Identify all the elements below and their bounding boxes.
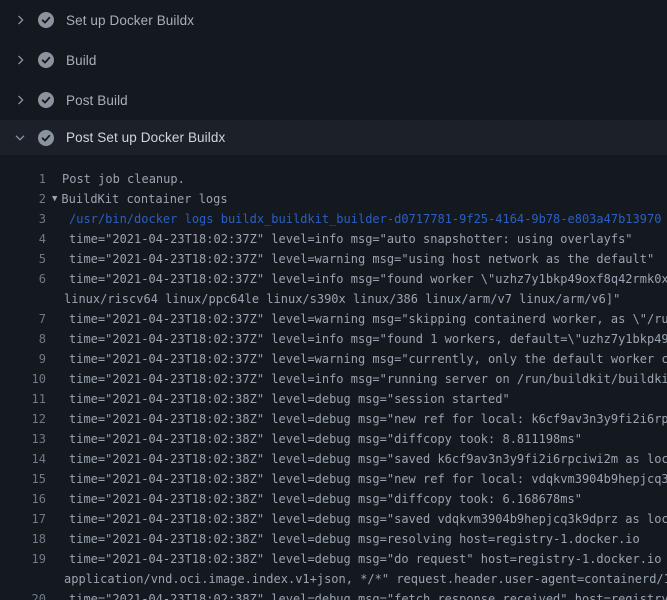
- log-text: time="2021-04-23T18:02:38Z" level=debug …: [46, 509, 667, 529]
- line-number-link[interactable]: 9: [0, 349, 46, 369]
- check-circle-icon: [38, 12, 54, 28]
- log-text: time="2021-04-23T18:02:37Z" level=info m…: [46, 329, 667, 349]
- log-line: 15time="2021-04-23T18:02:38Z" level=debu…: [0, 469, 667, 489]
- log-line: 9time="2021-04-23T18:02:37Z" level=warni…: [0, 349, 667, 369]
- line-number-link: [0, 569, 46, 589]
- line-number-link[interactable]: 11: [0, 389, 46, 409]
- log-text: Post job cleanup.: [46, 169, 185, 189]
- check-circle-icon: [38, 130, 54, 146]
- log-line: 4time="2021-04-23T18:02:37Z" level=info …: [0, 229, 667, 249]
- log-line: 11time="2021-04-23T18:02:38Z" level=debu…: [0, 389, 667, 409]
- line-number-link[interactable]: 4: [0, 229, 46, 249]
- log-line: 13time="2021-04-23T18:02:38Z" level=debu…: [0, 429, 667, 449]
- log-text: time="2021-04-23T18:02:38Z" level=debug …: [46, 389, 510, 409]
- log-line: 20time="2021-04-23T18:02:38Z" level=debu…: [0, 589, 667, 600]
- line-number-link[interactable]: 3: [0, 209, 46, 229]
- log-text: BuildKit container logs: [57, 189, 227, 209]
- log-line: 19time="2021-04-23T18:02:38Z" level=debu…: [0, 549, 667, 569]
- line-number-link[interactable]: 20: [0, 589, 46, 600]
- log-line: 6time="2021-04-23T18:02:37Z" level=info …: [0, 269, 667, 289]
- chevron-right-icon[interactable]: [12, 92, 28, 108]
- step-label: Build: [66, 53, 97, 68]
- line-number-link[interactable]: 16: [0, 489, 46, 509]
- log-line: 8time="2021-04-23T18:02:37Z" level=info …: [0, 329, 667, 349]
- log-line-continuation: linux/riscv64 linux/ppc64le linux/s390x …: [0, 289, 667, 309]
- log-line: 10time="2021-04-23T18:02:37Z" level=info…: [0, 369, 667, 389]
- check-circle-icon: [38, 92, 54, 108]
- log-text: time="2021-04-23T18:02:37Z" level=warnin…: [46, 249, 654, 269]
- line-number-link[interactable]: 6: [0, 269, 46, 289]
- log-text: time="2021-04-23T18:02:37Z" level=warnin…: [46, 309, 667, 329]
- line-number-link[interactable]: 19: [0, 549, 46, 569]
- line-number-link[interactable]: 2: [0, 189, 46, 209]
- log-line: 7time="2021-04-23T18:02:37Z" level=warni…: [0, 309, 667, 329]
- chevron-down-icon[interactable]: [12, 130, 28, 146]
- log-text: linux/riscv64 linux/ppc64le linux/s390x …: [46, 289, 620, 309]
- log-text: time="2021-04-23T18:02:38Z" level=debug …: [46, 429, 582, 449]
- steps-list: Set up Docker Buildx Build Post Build Post …: [0, 0, 667, 155]
- step-label: Post Set up Docker Buildx: [66, 130, 225, 145]
- collapse-group-icon[interactable]: ▼: [46, 189, 57, 209]
- line-number-link[interactable]: 14: [0, 449, 46, 469]
- log-text: time="2021-04-23T18:02:38Z" level=debug …: [46, 449, 667, 469]
- log-text: time="2021-04-23T18:02:37Z" level=info m…: [46, 369, 667, 389]
- log-line-continuation: application/vnd.oci.image.index.v1+json,…: [0, 569, 667, 589]
- line-number-link[interactable]: 7: [0, 309, 46, 329]
- check-circle-icon: [38, 52, 54, 68]
- chevron-right-icon[interactable]: [12, 52, 28, 68]
- log-line: 18time="2021-04-23T18:02:38Z" level=debu…: [0, 529, 667, 549]
- line-number-link[interactable]: 5: [0, 249, 46, 269]
- line-number-link[interactable]: 17: [0, 509, 46, 529]
- log-text: time="2021-04-23T18:02:37Z" level=info m…: [46, 229, 633, 249]
- chevron-right-icon[interactable]: [12, 12, 28, 28]
- log-line: 14time="2021-04-23T18:02:38Z" level=debu…: [0, 449, 667, 469]
- log-text: time="2021-04-23T18:02:38Z" level=debug …: [46, 589, 667, 600]
- line-number-link[interactable]: 1: [0, 169, 46, 189]
- log-text: time="2021-04-23T18:02:38Z" level=debug …: [46, 469, 667, 489]
- step-header-build[interactable]: Build: [0, 40, 667, 80]
- log-line: 17time="2021-04-23T18:02:38Z" level=debu…: [0, 509, 667, 529]
- log-text: time="2021-04-23T18:02:37Z" level=warnin…: [46, 349, 667, 369]
- actions-log-viewer: Set up Docker Buildx Build Post Build Post …: [0, 0, 667, 600]
- log-text: time="2021-04-23T18:02:38Z" level=debug …: [46, 529, 640, 549]
- log-line: 12time="2021-04-23T18:02:38Z" level=debu…: [0, 409, 667, 429]
- line-number-link[interactable]: 10: [0, 369, 46, 389]
- log-text: time="2021-04-23T18:02:38Z" level=debug …: [46, 409, 667, 429]
- log-line: 16time="2021-04-23T18:02:38Z" level=debu…: [0, 489, 667, 509]
- log-text: time="2021-04-23T18:02:38Z" level=debug …: [46, 489, 582, 509]
- step-header-set-up-docker-buildx[interactable]: Set up Docker Buildx: [0, 0, 667, 40]
- log-line: 3/usr/bin/docker logs buildx_buildkit_bu…: [0, 209, 667, 229]
- log-text: time="2021-04-23T18:02:38Z" level=debug …: [46, 549, 667, 569]
- step-header-post-set-up-docker-buildx[interactable]: Post Set up Docker Buildx: [0, 120, 667, 155]
- log-text: application/vnd.oci.image.index.v1+json,…: [46, 569, 667, 589]
- step-label: Post Build: [66, 93, 128, 108]
- line-number-link[interactable]: 18: [0, 529, 46, 549]
- line-number-link[interactable]: 13: [0, 429, 46, 449]
- log-line: 1Post job cleanup.: [0, 169, 667, 189]
- log-container: 1Post job cleanup.2▼BuildKit container l…: [0, 155, 667, 600]
- step-label: Set up Docker Buildx: [66, 13, 194, 28]
- line-number-link: [0, 289, 46, 309]
- command-text: /usr/bin/docker logs buildx_buildkit_bui…: [46, 209, 661, 229]
- log-line: 5time="2021-04-23T18:02:37Z" level=warni…: [0, 249, 667, 269]
- log-line: 2▼BuildKit container logs: [0, 189, 667, 209]
- line-number-link[interactable]: 12: [0, 409, 46, 429]
- log-text: time="2021-04-23T18:02:37Z" level=info m…: [46, 269, 667, 289]
- line-number-link[interactable]: 8: [0, 329, 46, 349]
- step-header-post-build[interactable]: Post Build: [0, 80, 667, 120]
- line-number-link[interactable]: 15: [0, 469, 46, 489]
